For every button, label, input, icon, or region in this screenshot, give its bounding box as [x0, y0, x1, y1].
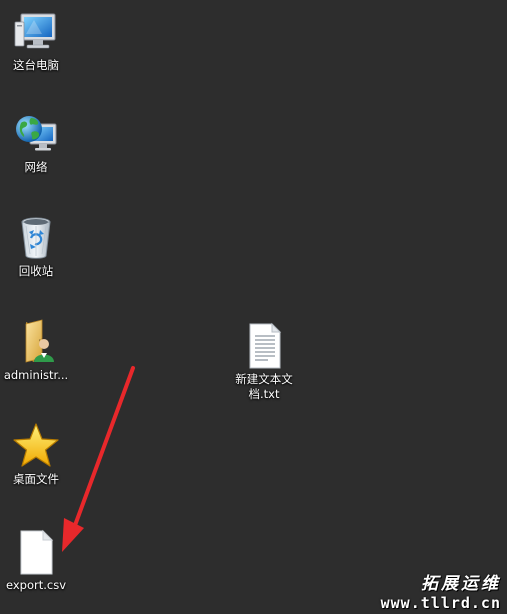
desktop-icon-label: administr... — [3, 368, 69, 382]
desktop-icon-network[interactable]: 网络 — [0, 110, 72, 175]
network-icon — [16, 116, 57, 151]
watermark-url: www.tllrd.cn — [380, 594, 501, 612]
desktop-icon-label: 新建文本文 档.txt — [228, 372, 300, 402]
blank-file-icon — [20, 529, 54, 575]
annotation-arrow — [62, 366, 135, 552]
desktop[interactable]: 这台电脑 网络 回收站 administr... 桌面文件 export.csv… — [0, 0, 507, 614]
star-icon — [13, 423, 59, 467]
desktop-icon-label: 桌面文件 — [13, 472, 59, 486]
desktop-icon-label-line1: 新建文本文 — [235, 372, 293, 386]
desktop-icon-label: 网络 — [24, 160, 48, 174]
watermark: 拓展运维 www.tllrd.cn — [381, 569, 501, 612]
desktop-icon-this-pc[interactable]: 这台电脑 — [0, 8, 72, 73]
text-file-icon — [249, 322, 282, 369]
desktop-icon-label: 这台电脑 — [13, 58, 59, 72]
recycle-bin-icon — [21, 217, 51, 259]
desktop-icon-label: export.csv — [5, 578, 67, 592]
desktop-icon-label: 回收站 — [18, 264, 54, 278]
desktop-icon-new-text-document[interactable]: 新建文本文 档.txt — [228, 322, 300, 402]
computer-icon — [14, 13, 56, 49]
desktop-icon-label-line2: 档.txt — [248, 387, 280, 401]
desktop-icon-recycle-bin[interactable]: 回收站 — [0, 214, 72, 279]
desktop-icon-export-csv[interactable]: export.csv — [0, 528, 72, 593]
desktop-icon-user-folder[interactable]: administr... — [0, 318, 72, 383]
desktop-icon-desktop-files[interactable]: 桌面文件 — [0, 422, 72, 487]
user-folder-icon — [25, 319, 54, 363]
watermark-title: 拓展运维 — [421, 574, 501, 594]
